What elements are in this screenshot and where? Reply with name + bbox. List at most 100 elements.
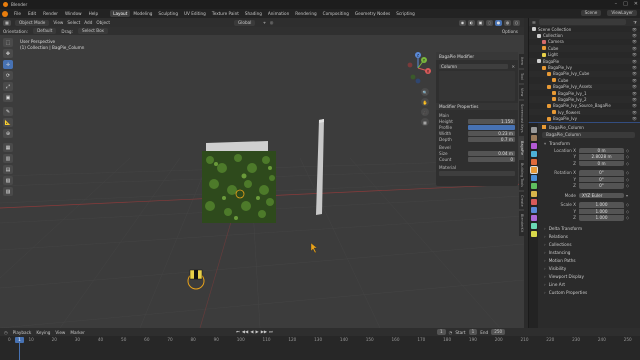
extra-tool-2[interactable]: ▥ [3,154,13,163]
tab-tool[interactable]: Tool [519,69,524,83]
eye-icon[interactable]: 👁 [632,46,637,51]
tl-menu-keying[interactable]: Keying [36,330,50,335]
menu-file[interactable]: File [13,11,22,16]
transform-orientation[interactable]: Global [234,19,256,26]
properties-tab-icon[interactable] [530,215,537,221]
collapsed-panel-header[interactable]: › Line Art [539,280,640,288]
xray-icon[interactable]: ▣ [477,19,484,26]
menu-edit[interactable]: Edit [27,11,37,16]
cursor-tool[interactable]: ✥ [3,49,13,58]
eye-icon[interactable]: 👁 [632,78,637,83]
frame-ruler[interactable]: 0 10 20 30 40 50 60 70 80 90 100 110 120 130 140 150 160… [0,337,640,344]
rendered-shading-icon[interactable]: ○ [513,19,520,26]
end-frame-field[interactable]: 250 [491,329,506,335]
orientation-selector[interactable]: Default [33,28,57,34]
keyframe-icon[interactable]: ◇ [626,177,631,182]
rotation-mode-dropdown[interactable]: XYZ Euler [579,192,624,198]
navigation-gizmo[interactable]: Z X Y [404,51,432,85]
rotate-tool[interactable]: ⟳ [3,71,13,80]
start-frame-field[interactable]: 1 [468,329,478,335]
width-field[interactable]: 0.23 m [468,130,515,136]
jump-start-icon[interactable]: ⏮ [236,329,240,334]
collapsed-panel-header[interactable]: › Delta Transform [539,224,640,232]
tab-geometry-nodes[interactable]: Geometry Nodes [352,10,393,17]
editor-type-icon[interactable]: ▦ [3,19,11,26]
tab-view[interactable]: View [519,84,524,100]
keyframe-icon[interactable]: ◇ [626,215,631,220]
snap-icon[interactable]: ⌖ [263,20,265,25]
tab-rendering[interactable]: Rendering [292,10,319,17]
extra-tool-1[interactable]: ▦ [3,143,13,152]
eye-icon[interactable]: 👁 [632,33,637,38]
ortho-toggle-icon[interactable]: ▦ [421,118,429,126]
material-shading-icon[interactable]: ◍ [504,19,511,26]
drag-selector[interactable]: Select Box [77,28,109,34]
play-reverse-icon[interactable]: ◀ [250,329,253,334]
light-object[interactable] [187,269,205,290]
extra-tool-3[interactable]: ▤ [3,165,13,174]
tab-compositing[interactable]: Compositing [320,10,352,17]
eye-icon[interactable]: 👁 [632,110,637,115]
menu-render[interactable]: Render [42,11,59,16]
tl-menu-marker[interactable]: Marker [70,330,84,335]
view-layer-selector[interactable]: ViewLayer [607,10,637,16]
properties-tab-icon[interactable] [530,231,537,237]
collapsed-panel-header[interactable]: › Viewport Display [539,272,640,280]
eye-icon[interactable]: 👁 [632,116,637,121]
collapsed-panel-header[interactable]: › Visibility [539,264,640,272]
properties-tab-icon[interactable] [530,199,537,205]
tab-item[interactable]: Item [519,54,524,68]
scale-z-field[interactable]: 1.000 [579,215,624,221]
keyframe-icon[interactable]: ◇ [626,202,631,207]
properties-tab-icon[interactable] [530,207,537,213]
outliner-type-icon[interactable]: ☰ [532,20,536,25]
properties-tab-icon[interactable] [530,143,537,149]
keyframe-icon[interactable]: ◇ [626,170,631,175]
bagapie-column[interactable] [316,119,324,215]
filter-icon[interactable]: ⧩ [633,20,640,25]
tab-blenderkit[interactable]: BlenderKit [519,211,524,236]
remove-modifier-icon[interactable]: ✕ [511,64,515,69]
size-field[interactable]: 0.04 m [468,150,515,156]
close-button[interactable]: ✕ [634,1,638,7]
eye-icon[interactable]: 👁 [632,97,637,102]
tab-layout[interactable]: Layout [110,10,131,17]
collapsed-panel-header[interactable]: › Custom Properties [539,288,640,296]
properties-tab-icon[interactable] [530,183,537,189]
wireframe-shading-icon[interactable]: ◌ [486,19,493,26]
vp-menu-view[interactable]: View [53,20,63,25]
move-tool[interactable]: ✛ [3,60,13,69]
select-box-tool[interactable]: ⬚ [3,38,13,47]
tab-building-tools[interactable]: Building Tools [519,159,524,190]
current-frame-field[interactable]: 1 [437,329,446,335]
modifier-list[interactable] [439,71,515,101]
pan-icon[interactable]: ✋ [421,98,429,106]
tab-modeling[interactable]: Modeling [130,10,155,17]
rotation-y-field[interactable]: 0° [579,176,624,182]
properties-tab-icon[interactable] [529,166,538,174]
vp-menu-object[interactable]: Object [96,20,110,25]
keyframe-icon[interactable]: ◇ [626,154,631,159]
camera-view-icon[interactable]: 🎥 [421,108,429,116]
vp-menu-select[interactable]: Select [67,20,80,25]
tab-shading[interactable]: Shading [242,10,265,17]
eye-icon[interactable]: 👁 [632,91,637,96]
tl-menu-view[interactable]: View [55,330,65,335]
properties-tab-icon[interactable] [530,223,537,229]
tab-bagapie[interactable]: BagaPie [519,137,524,158]
eye-icon[interactable]: 👁 [632,103,637,108]
jump-end-icon[interactable]: ⏭ [269,329,273,334]
collapsed-panel-header[interactable]: › Instancing [539,248,640,256]
scene-selector[interactable]: Scene [580,10,602,16]
rotation-x-field[interactable]: 0° [579,170,624,176]
tab-animation[interactable]: Animation [265,10,292,17]
properties-tab-icon[interactable] [530,175,537,181]
properties-editor[interactable]: BagaPie_Column BagaPie_Column ▾ Transform… [528,123,640,328]
eye-icon[interactable]: 👁 [632,39,637,44]
next-keyframe-icon[interactable]: ▶▶ [261,329,267,334]
count-field[interactable]: 0 [468,156,515,162]
blender-menu-icon[interactable] [2,10,8,17]
scale-y-field[interactable]: 1.000 [579,208,624,214]
collapsed-panel-header[interactable]: › Motion Paths [539,256,640,264]
proportional-edit-icon[interactable]: ◎ [270,20,274,25]
